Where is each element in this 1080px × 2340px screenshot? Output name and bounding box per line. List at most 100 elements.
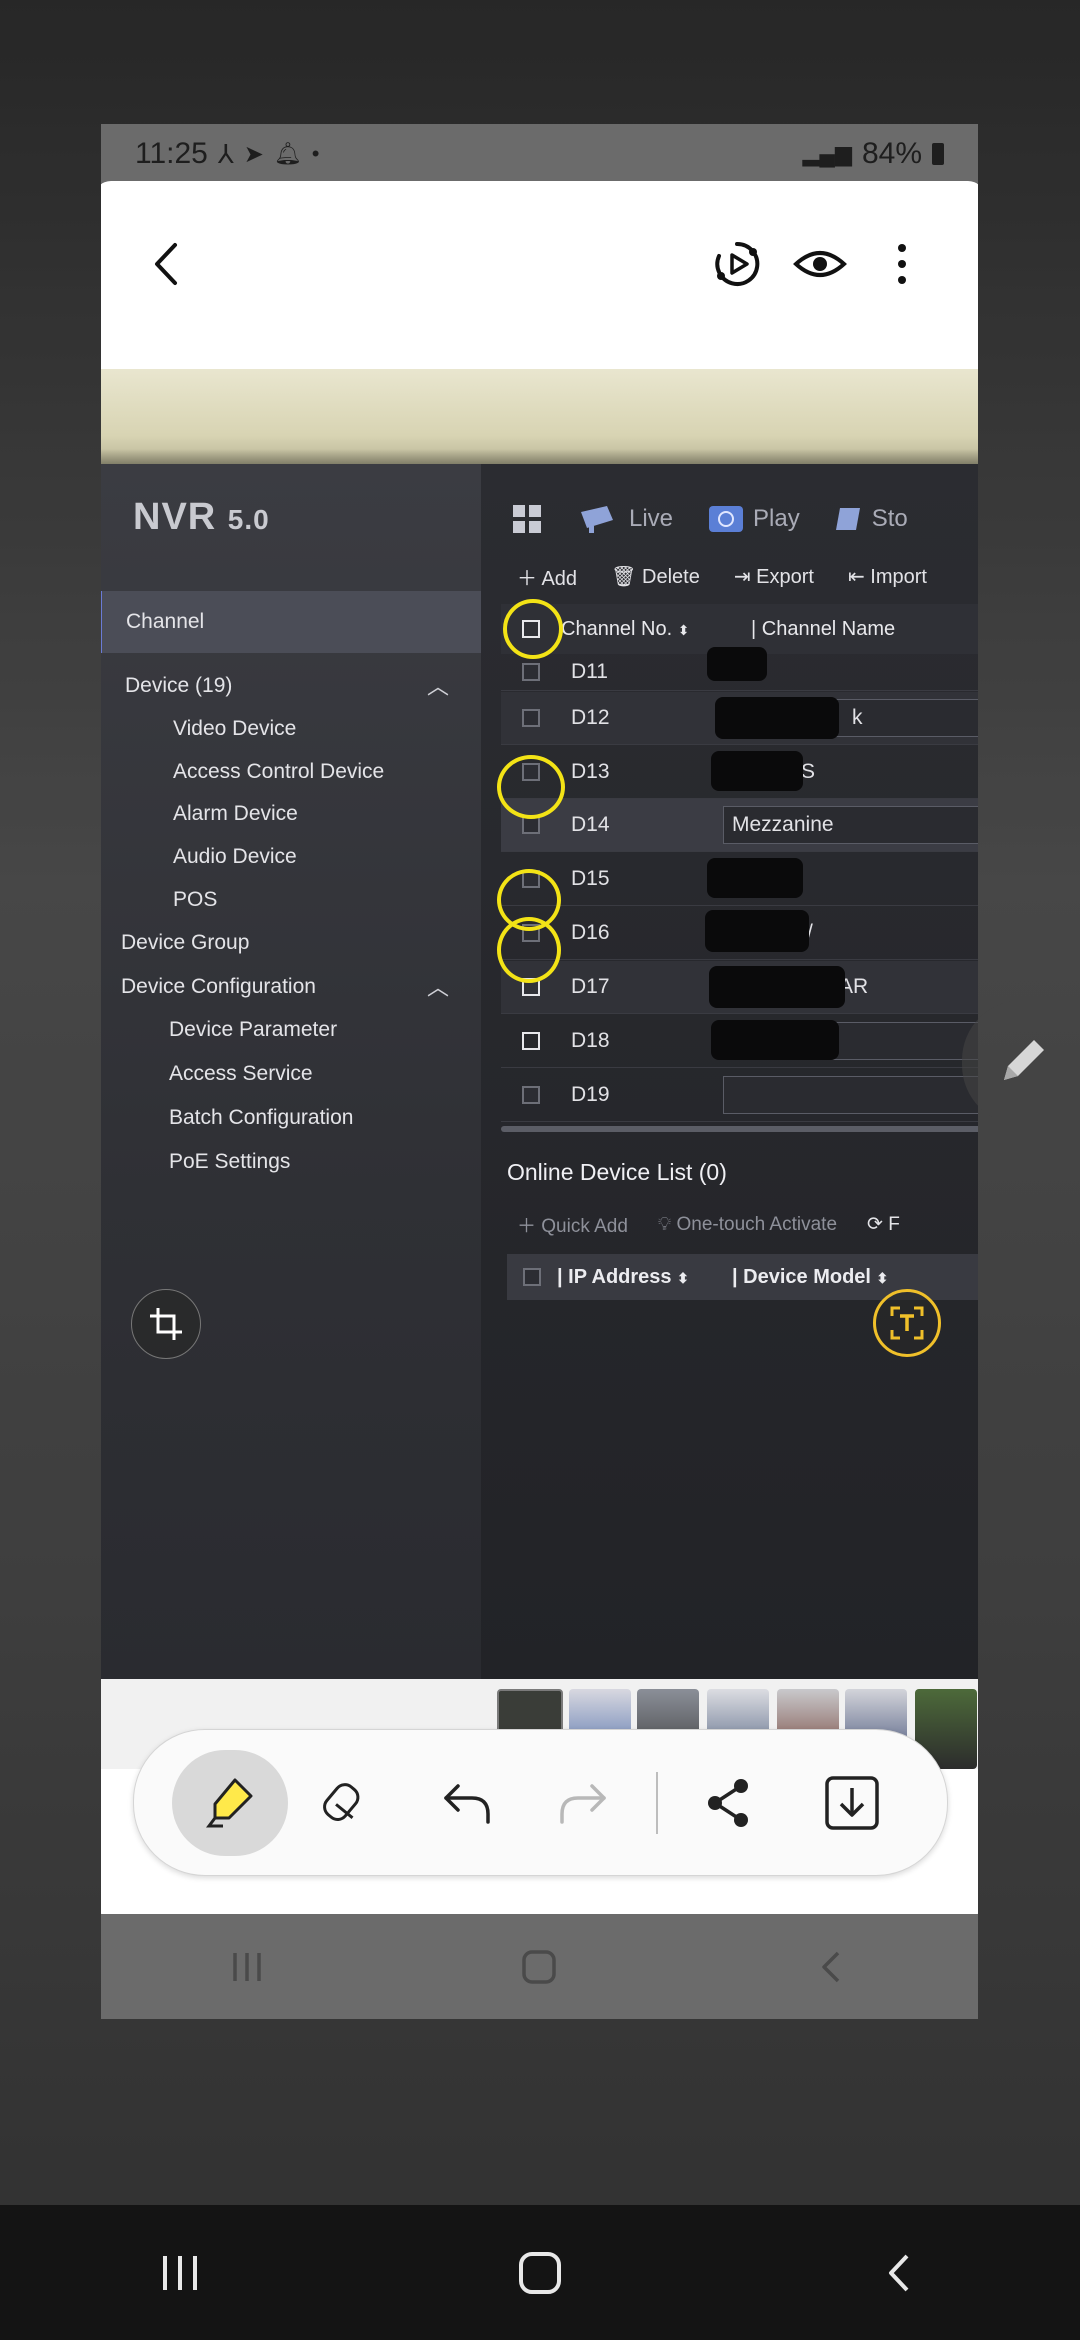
channel-name-field[interactable]: Mezzanine: [723, 806, 978, 844]
battery-text: 84%: [861, 137, 922, 170]
annotation-circle: [497, 917, 561, 983]
redaction: [707, 647, 767, 681]
channel-no: D12: [571, 706, 610, 729]
online-device-list-title: Online Device List (0): [507, 1159, 727, 1185]
storage-icon: [835, 508, 860, 530]
highlighter-icon: [206, 1778, 253, 1828]
tab-live-label: Live: [629, 505, 674, 532]
back-button-system[interactable]: [840, 2233, 960, 2313]
download-icon: [825, 1776, 879, 1830]
download-button[interactable]: [794, 1750, 910, 1856]
channel-no: D11: [571, 660, 608, 683]
quick-add-button[interactable]: ＋ Quick Add: [517, 1211, 628, 1238]
home-icon: [519, 2251, 561, 2294]
channel-no: D19: [571, 1083, 610, 1106]
text-scan-icon: [890, 1306, 924, 1340]
sidebar-item-device-group[interactable]: Device Group: [121, 931, 249, 955]
select-all-online-checkbox[interactable]: [523, 1268, 541, 1286]
nvr-top-tabs: Live Play Sto: [481, 494, 942, 544]
system-nav-bar: [0, 2205, 1080, 2340]
sidebar-item-alarm-device[interactable]: Alarm Device: [173, 802, 298, 826]
export-button[interactable]: ⇥ Export: [734, 564, 814, 589]
channel-name-field[interactable]: [723, 1076, 978, 1114]
table-row[interactable]: D12 k: [501, 692, 978, 745]
eye-button[interactable]: [780, 224, 860, 304]
send-icon: ➤: [243, 140, 264, 168]
crop-button[interactable]: [131, 1289, 201, 1359]
sidebar-item-device-parameter[interactable]: Device Parameter: [169, 1018, 337, 1042]
table-row[interactable]: D11: [501, 647, 978, 691]
sidebar-item-poe-settings[interactable]: PoE Settings: [169, 1150, 290, 1174]
channel-no: D13: [571, 760, 610, 783]
refresh-button[interactable]: ⟳ F: [867, 1213, 900, 1236]
redaction: [707, 858, 803, 898]
one-touch-activate-button[interactable]: 💡︎ One-touch Activate: [658, 1214, 837, 1236]
refresh-icon: ⟳: [867, 1214, 889, 1235]
back-icon: [822, 1951, 840, 1982]
home-icon: [522, 1949, 557, 1984]
tab-live[interactable]: Live: [577, 504, 673, 534]
play-circle-icon: [715, 241, 760, 286]
trash-icon: 🗑︎: [611, 566, 642, 588]
sidebar-item-device-configuration[interactable]: Device Configuration: [121, 975, 316, 999]
crop-handle[interactable]: [938, 184, 978, 228]
back-icon: [889, 2254, 909, 2291]
floating-pen-button[interactable]: [962, 1000, 1080, 1125]
sidebar-item-audio-device[interactable]: Audio Device: [173, 845, 297, 869]
col-channel-name[interactable]: | Channel Name: [751, 618, 895, 641]
toolbar-divider: [656, 1772, 658, 1834]
share-button[interactable]: [670, 1750, 786, 1856]
horizontal-scrollbar[interactable]: [501, 1126, 978, 1132]
table-row[interactable]: D18: [501, 1015, 978, 1068]
redo-icon: [560, 1784, 606, 1824]
row-checkbox[interactable]: [522, 1032, 540, 1050]
table-row[interactable]: D16 /: [501, 907, 978, 960]
more-button[interactable]: [867, 224, 937, 304]
tab-storage[interactable]: Sto: [834, 504, 908, 534]
undo-button[interactable]: [410, 1750, 526, 1856]
table-row[interactable]: D15: [501, 853, 978, 906]
import-button[interactable]: ⇤ Import: [848, 564, 927, 589]
col-ip-address[interactable]: | IP Address ⬍: [557, 1266, 732, 1289]
sidebar-item-channel[interactable]: Channel: [101, 591, 481, 653]
sidebar-item-pos[interactable]: POS: [173, 888, 217, 912]
play-circle-button[interactable]: [697, 224, 777, 304]
table-row[interactable]: D19: [501, 1069, 978, 1122]
delete-button[interactable]: 🗑︎ Delete: [611, 564, 700, 589]
crop-handle[interactable]: [101, 1870, 141, 1914]
table-row[interactable]: D14 Mezzanine: [501, 799, 978, 852]
extract-text-button[interactable]: [873, 1289, 941, 1357]
redaction: [711, 751, 803, 791]
back-button[interactable]: [127, 224, 207, 304]
sidebar-item-access-control-device[interactable]: Access Control Device: [173, 760, 384, 784]
tab-playback[interactable]: Play: [707, 504, 800, 534]
recents-button[interactable]: [120, 2233, 240, 2313]
highlighter-button[interactable]: [172, 1750, 288, 1856]
home-button[interactable]: [480, 2233, 600, 2313]
eraser-icon: [323, 1783, 360, 1821]
redo-button[interactable]: [524, 1750, 640, 1856]
add-button[interactable]: ＋ Add: [517, 562, 577, 591]
recents-icon: [163, 2255, 197, 2290]
chevron-up-icon[interactable]: ︿: [427, 669, 449, 701]
editor-top-bar: [101, 184, 978, 369]
sidebar-item-batch-configuration[interactable]: Batch Configuration: [169, 1106, 353, 1130]
row-checkbox[interactable]: [522, 709, 540, 727]
playback-icon: [709, 506, 744, 532]
col-channel-no[interactable]: Channel No. ⬍: [561, 618, 751, 641]
row-checkbox[interactable]: [522, 663, 540, 681]
plus-icon: ＋: [517, 1216, 542, 1237]
redaction: [715, 697, 839, 739]
crop-handle[interactable]: [101, 184, 141, 228]
table-row[interactable]: D13 S: [501, 746, 978, 799]
chevron-up-icon[interactable]: ︿: [427, 970, 449, 1002]
table-row[interactable]: D17 AR: [501, 961, 978, 1014]
col-device-model[interactable]: | Device Model ⬍: [732, 1266, 888, 1289]
sidebar-item-video-device[interactable]: Video Device: [173, 717, 296, 741]
eraser-button[interactable]: [289, 1750, 405, 1856]
sidebar-item-access-service[interactable]: Access Service: [169, 1062, 313, 1086]
crop-handle[interactable]: [938, 1870, 978, 1914]
row-checkbox[interactable]: [522, 1086, 540, 1104]
tab-home[interactable]: [511, 503, 543, 535]
sidebar-item-device[interactable]: Device (19): [125, 674, 232, 698]
